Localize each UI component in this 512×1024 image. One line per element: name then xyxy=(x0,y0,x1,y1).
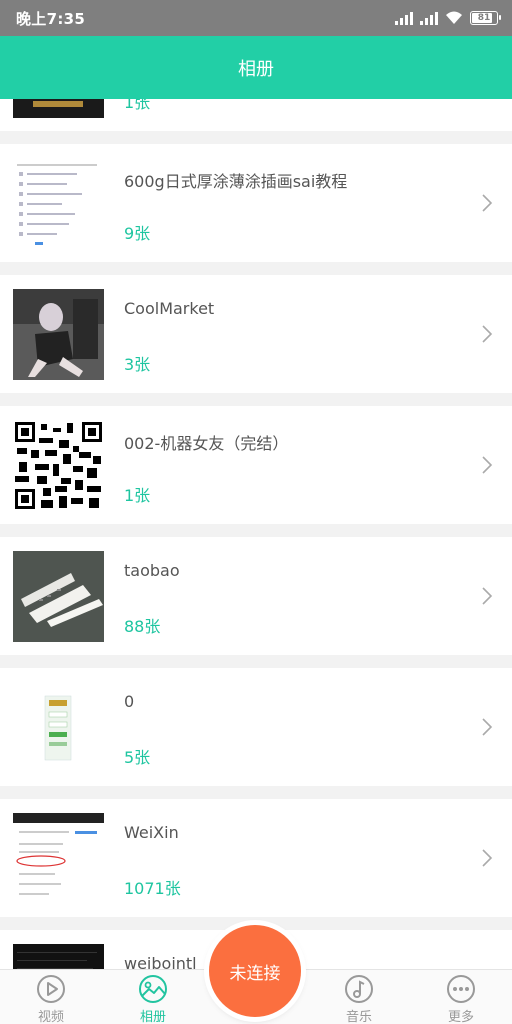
chevron-right-icon xyxy=(482,849,493,867)
album-thumbnail xyxy=(13,99,104,118)
chevron-right-icon xyxy=(482,194,493,212)
nav-item-video[interactable]: 视频 xyxy=(11,970,91,1024)
album-icon xyxy=(139,975,167,1003)
chevron-right-icon xyxy=(482,587,493,605)
album-name: 002-机器女友（完结） xyxy=(124,434,289,453)
album-item[interactable]: 0 5张 xyxy=(0,668,512,786)
album-item[interactable]: 600g日式厚涂薄涂插画sai教程 9张 xyxy=(0,144,512,262)
nav-item-music[interactable]: 音乐 xyxy=(319,970,399,1024)
status-time: 晚上7:35 xyxy=(16,9,86,28)
chevron-right-icon xyxy=(482,718,493,736)
album-count: 88张 xyxy=(124,617,161,636)
album-count: 3张 xyxy=(124,355,151,374)
signal-hd-icon xyxy=(420,11,438,25)
album-thumbnail xyxy=(13,420,104,511)
album-item[interactable]: WeiXin 1071张 xyxy=(0,799,512,917)
nav-item-more[interactable]: 更多 xyxy=(421,970,501,1024)
chevron-right-icon xyxy=(482,456,493,474)
album-count: 1张 xyxy=(124,486,151,505)
music-note-icon xyxy=(345,975,373,1003)
nav-label-music: 音乐 xyxy=(345,1010,372,1024)
more-icon xyxy=(447,975,475,1003)
album-count: 1071张 xyxy=(124,879,181,898)
album-list: 1张 600g日式厚涂薄涂插画sai教程 9张 CoolMarket 3张 00… xyxy=(0,99,512,970)
album-count: 1张 xyxy=(124,99,151,112)
page-title: 相册 xyxy=(238,58,274,80)
connect-button-label: 未连接 xyxy=(229,963,281,984)
album-thumbnail xyxy=(13,944,104,970)
album-name: WeiXin xyxy=(124,823,179,842)
wifi-icon xyxy=(446,11,462,24)
nav-label-video: 视频 xyxy=(37,1010,64,1024)
album-list-container[interactable]: 1张 600g日式厚涂薄涂插画sai教程 9张 CoolMarket 3张 00… xyxy=(0,99,512,970)
play-circle-icon xyxy=(37,975,65,1003)
battery-level: 81 xyxy=(477,13,491,23)
album-thumbnail xyxy=(13,158,104,249)
nav-label-more: 更多 xyxy=(447,1010,474,1024)
album-item[interactable]: 002-机器女友（完结） 1张 xyxy=(0,406,512,524)
album-item[interactable]: CoolMarket 3张 xyxy=(0,275,512,393)
status-bar: 晚上7:35 81 xyxy=(0,0,512,36)
album-name: 0 xyxy=(124,692,135,711)
nav-item-album[interactable]: 相册 xyxy=(113,970,193,1024)
chevron-right-icon xyxy=(482,325,493,343)
album-item[interactable]: taobao 88张 xyxy=(0,537,512,655)
battery-icon: 81 xyxy=(470,11,501,25)
app-header: 相册 xyxy=(0,36,512,99)
status-icons: 81 xyxy=(395,11,501,25)
nav-label-album: 相册 xyxy=(139,1010,166,1024)
album-count: 9张 xyxy=(124,224,151,243)
album-name: CoolMarket xyxy=(124,299,215,318)
album-thumbnail xyxy=(13,682,104,773)
album-thumbnail xyxy=(13,289,104,380)
album-item[interactable]: 1张 xyxy=(0,99,512,131)
album-thumbnail xyxy=(13,813,104,904)
signal-icon xyxy=(395,11,413,25)
album-thumbnail xyxy=(13,551,104,642)
album-count: 5张 xyxy=(124,748,151,767)
album-name: 600g日式厚涂薄涂插画sai教程 xyxy=(124,172,348,191)
connect-button[interactable]: 未连接 xyxy=(209,925,301,1017)
album-name: weibointl_i xyxy=(124,954,210,970)
album-name: taobao xyxy=(124,561,180,580)
